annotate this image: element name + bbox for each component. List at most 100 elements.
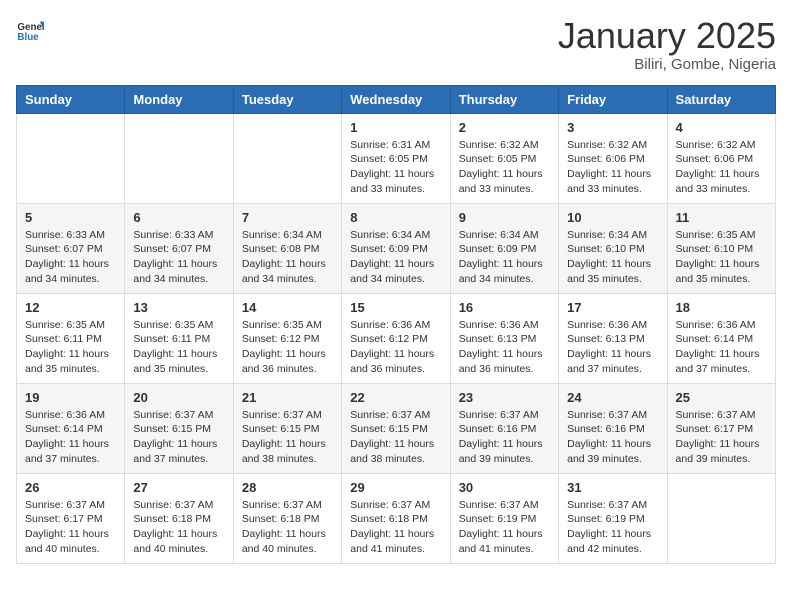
day-info: Sunrise: 6:33 AM Sunset: 6:07 PM Dayligh… [25,228,116,287]
calendar-cell: 1Sunrise: 6:31 AM Sunset: 6:05 PM Daylig… [342,113,450,203]
calendar-cell: 10 Sunrise: 6:34 AM Sunset: 6:10 PM Dayli… [559,203,667,293]
location-subtitle: Biliri, Gombe, Nigeria [558,56,776,73]
day-number: 16 [459,300,550,315]
weekday-header: Friday [559,85,667,113]
day-number: 31 [567,480,658,495]
calendar-cell: 4 Sunrise: 6:32 AM Sunset: 6:06 PM Daylig… [667,113,775,203]
day-number: 5 [25,210,116,225]
day-number: 24 [567,390,658,405]
calendar-week-row: 19Sunrise: 6:36 AM Sunset: 6:14 PM Dayli… [17,383,776,473]
day-info: Sunrise: 6:37 AM Sunset: 6:15 PM Dayligh… [133,408,224,467]
calendar-cell [125,113,233,203]
weekday-header: Thursday [450,85,558,113]
calendar-cell: 29 Sunrise: 6:37 AM Sunset: 6:18 PM Dayli… [342,473,450,563]
calendar-cell: 19Sunrise: 6:36 AM Sunset: 6:14 PM Dayli… [17,383,125,473]
calendar-week-row: 12 Sunrise: 6:35 AM Sunset: 6:11 PM Dayli… [17,293,776,383]
calendar-cell: 6 Sunrise: 6:33 AM Sunset: 6:07 PM Daylig… [125,203,233,293]
day-number: 17 [567,300,658,315]
day-info: Sunrise: 6:33 AM Sunset: 6:07 PM Dayligh… [133,228,224,287]
day-number: 14 [242,300,333,315]
month-year-title: January 2025 [558,16,776,56]
day-info: Sunrise: 6:37 AM Sunset: 6:18 PM Dayligh… [133,498,224,557]
calendar-cell: 27 Sunrise: 6:37 AM Sunset: 6:18 PM Dayli… [125,473,233,563]
calendar-table: SundayMondayTuesdayWednesdayThursdayFrid… [16,85,776,564]
calendar-cell: 12 Sunrise: 6:35 AM Sunset: 6:11 PM Dayli… [17,293,125,383]
day-info: Sunrise: 6:34 AM Sunset: 6:09 PM Dayligh… [350,228,441,287]
day-info: Sunrise: 6:35 AM Sunset: 6:11 PM Dayligh… [133,318,224,377]
calendar-cell: 15Sunrise: 6:36 AM Sunset: 6:12 PM Dayli… [342,293,450,383]
weekday-header: Sunday [17,85,125,113]
title-block: January 2025 Biliri, Gombe, Nigeria [558,16,776,73]
calendar-cell: 31 Sunrise: 6:37 AM Sunset: 6:19 PM Dayli… [559,473,667,563]
calendar-cell [17,113,125,203]
day-info: Sunrise: 6:35 AM Sunset: 6:12 PM Dayligh… [242,318,333,377]
day-number: 21 [242,390,333,405]
day-info: Sunrise: 6:37 AM Sunset: 6:16 PM Dayligh… [459,408,550,467]
calendar-cell: 13 Sunrise: 6:35 AM Sunset: 6:11 PM Dayli… [125,293,233,383]
calendar-cell: 18Sunrise: 6:36 AM Sunset: 6:14 PM Dayli… [667,293,775,383]
calendar-cell: 21 Sunrise: 6:37 AM Sunset: 6:15 PM Dayli… [233,383,341,473]
day-number: 20 [133,390,224,405]
calendar-cell [233,113,341,203]
day-info: Sunrise: 6:36 AM Sunset: 6:13 PM Dayligh… [459,318,550,377]
calendar-cell: 8 Sunrise: 6:34 AM Sunset: 6:09 PM Daylig… [342,203,450,293]
calendar-cell: 26Sunrise: 6:37 AM Sunset: 6:17 PM Dayli… [17,473,125,563]
calendar-cell: 23 Sunrise: 6:37 AM Sunset: 6:16 PM Dayli… [450,383,558,473]
calendar-cell: 14 Sunrise: 6:35 AM Sunset: 6:12 PM Dayli… [233,293,341,383]
calendar-cell: 20 Sunrise: 6:37 AM Sunset: 6:15 PM Dayli… [125,383,233,473]
day-info: Sunrise: 6:37 AM Sunset: 6:19 PM Dayligh… [459,498,550,557]
calendar-cell: 2Sunrise: 6:32 AM Sunset: 6:05 PM Daylig… [450,113,558,203]
day-info: Sunrise: 6:37 AM Sunset: 6:16 PM Dayligh… [567,408,658,467]
calendar-cell: 3Sunrise: 6:32 AM Sunset: 6:06 PM Daylig… [559,113,667,203]
day-info: Sunrise: 6:35 AM Sunset: 6:11 PM Dayligh… [25,318,116,377]
day-info: Sunrise: 6:36 AM Sunset: 6:14 PM Dayligh… [25,408,116,467]
day-info: Sunrise: 6:34 AM Sunset: 6:10 PM Dayligh… [567,228,658,287]
calendar-cell: 25Sunrise: 6:37 AM Sunset: 6:17 PM Dayli… [667,383,775,473]
calendar-week-row: 5 Sunrise: 6:33 AM Sunset: 6:07 PM Daylig… [17,203,776,293]
day-info: Sunrise: 6:34 AM Sunset: 6:09 PM Dayligh… [459,228,550,287]
calendar-cell: 22Sunrise: 6:37 AM Sunset: 6:15 PM Dayli… [342,383,450,473]
day-info: Sunrise: 6:32 AM Sunset: 6:05 PM Dayligh… [459,138,550,197]
day-number: 15 [350,300,441,315]
day-number: 12 [25,300,116,315]
day-number: 4 [676,120,767,135]
weekday-header: Tuesday [233,85,341,113]
calendar-cell: 24 Sunrise: 6:37 AM Sunset: 6:16 PM Dayli… [559,383,667,473]
day-info: Sunrise: 6:32 AM Sunset: 6:06 PM Dayligh… [567,138,658,197]
day-number: 8 [350,210,441,225]
calendar-cell: 17 Sunrise: 6:36 AM Sunset: 6:13 PM Dayli… [559,293,667,383]
day-info: Sunrise: 6:36 AM Sunset: 6:14 PM Dayligh… [676,318,767,377]
day-number: 30 [459,480,550,495]
weekday-header: Saturday [667,85,775,113]
day-info: Sunrise: 6:31 AM Sunset: 6:05 PM Dayligh… [350,138,441,197]
day-info: Sunrise: 6:37 AM Sunset: 6:17 PM Dayligh… [25,498,116,557]
day-info: Sunrise: 6:37 AM Sunset: 6:18 PM Dayligh… [350,498,441,557]
calendar-cell: 16 Sunrise: 6:36 AM Sunset: 6:13 PM Dayli… [450,293,558,383]
day-info: Sunrise: 6:32 AM Sunset: 6:06 PM Dayligh… [676,138,767,197]
day-number: 23 [459,390,550,405]
day-number: 6 [133,210,224,225]
day-number: 27 [133,480,224,495]
calendar-cell: 9 Sunrise: 6:34 AM Sunset: 6:09 PM Daylig… [450,203,558,293]
day-info: Sunrise: 6:35 AM Sunset: 6:10 PM Dayligh… [676,228,767,287]
calendar-cell: 30 Sunrise: 6:37 AM Sunset: 6:19 PM Dayli… [450,473,558,563]
calendar-cell: 7Sunrise: 6:34 AM Sunset: 6:08 PM Daylig… [233,203,341,293]
logo-icon: General Blue [16,16,44,44]
day-number: 25 [676,390,767,405]
day-info: Sunrise: 6:37 AM Sunset: 6:19 PM Dayligh… [567,498,658,557]
weekday-header: Wednesday [342,85,450,113]
day-number: 13 [133,300,224,315]
svg-text:Blue: Blue [17,32,39,43]
logo: General Blue [16,16,44,44]
day-number: 9 [459,210,550,225]
day-info: Sunrise: 6:36 AM Sunset: 6:13 PM Dayligh… [567,318,658,377]
calendar-cell: 28Sunrise: 6:37 AM Sunset: 6:18 PM Dayli… [233,473,341,563]
calendar-cell: 5 Sunrise: 6:33 AM Sunset: 6:07 PM Daylig… [17,203,125,293]
weekday-header-row: SundayMondayTuesdayWednesdayThursdayFrid… [17,85,776,113]
day-info: Sunrise: 6:37 AM Sunset: 6:15 PM Dayligh… [242,408,333,467]
day-number: 29 [350,480,441,495]
day-number: 10 [567,210,658,225]
weekday-header: Monday [125,85,233,113]
page-header: General Blue January 2025 Biliri, Gombe,… [16,16,776,73]
day-number: 7 [242,210,333,225]
